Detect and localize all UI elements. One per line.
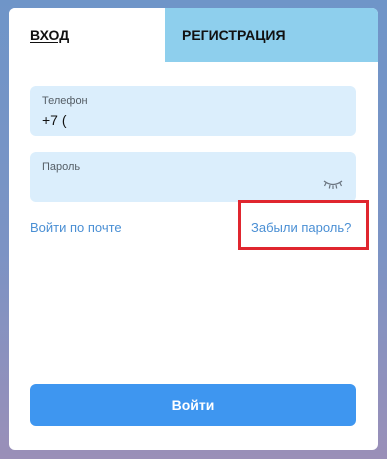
phone-field[interactable]: Телефон +7 ( (30, 86, 356, 136)
password-field[interactable]: Пароль (30, 152, 356, 202)
tab-login[interactable]: ВХОД (9, 8, 165, 62)
phone-field-value[interactable]: +7 ( (42, 112, 67, 128)
phone-field-label: Телефон (42, 95, 88, 107)
login-submit-button[interactable]: Войти (30, 384, 356, 426)
tab-login-label: ВХОД (30, 27, 70, 43)
login-by-email-link[interactable]: Войти по почте (30, 220, 122, 235)
auth-tabs: ВХОД РЕГИСТРАЦИЯ (9, 8, 378, 62)
eye-closed-icon[interactable] (322, 178, 344, 190)
tab-register-label: РЕГИСТРАЦИЯ (182, 27, 286, 43)
forgot-password-link[interactable]: Забыли пароль? (251, 220, 351, 235)
login-card: ВХОД РЕГИСТРАЦИЯ Телефон +7 ( Пароль Вой… (9, 8, 378, 450)
password-field-label: Пароль (42, 161, 81, 173)
tab-register[interactable]: РЕГИСТРАЦИЯ (165, 8, 378, 62)
